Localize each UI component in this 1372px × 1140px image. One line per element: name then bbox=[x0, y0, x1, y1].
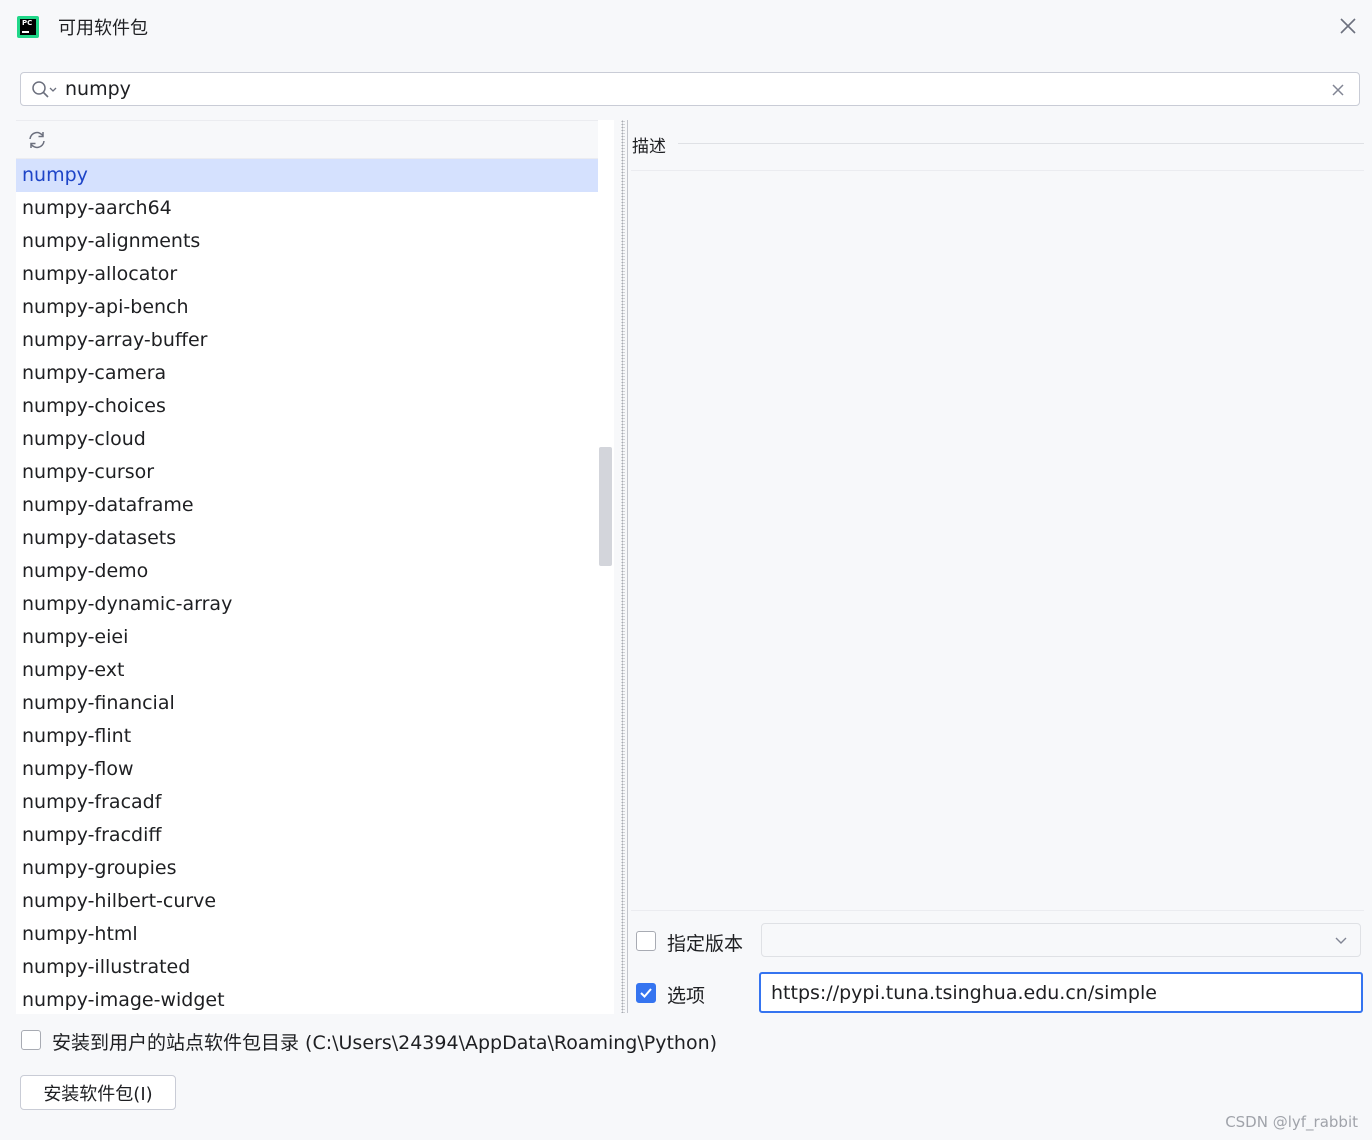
watermark: CSDN @lyf_rabbit bbox=[1225, 1113, 1358, 1131]
description-label: 描述 bbox=[632, 137, 666, 157]
close-button[interactable] bbox=[1336, 14, 1360, 38]
search-box bbox=[20, 72, 1360, 106]
package-item[interactable]: numpy-dataframe bbox=[16, 489, 614, 522]
package-item[interactable]: numpy-alignments bbox=[16, 225, 614, 258]
package-item[interactable]: numpy-choices bbox=[16, 390, 614, 423]
version-label: 指定版本 bbox=[667, 933, 744, 955]
version-select[interactable] bbox=[761, 923, 1361, 957]
package-item[interactable]: numpy-aarch64 bbox=[16, 192, 614, 225]
checkmark-icon bbox=[640, 988, 652, 998]
description-area bbox=[631, 170, 1364, 911]
package-item[interactable]: numpy-datasets bbox=[16, 522, 614, 555]
options-label: 选项 bbox=[667, 985, 706, 1007]
package-item[interactable]: numpy-hilbert-curve bbox=[16, 885, 614, 918]
install-package-button[interactable]: 安装软件包(I) bbox=[20, 1075, 176, 1110]
package-item[interactable]: numpy-eiei bbox=[16, 621, 614, 654]
package-item[interactable]: numpy-fracadf bbox=[16, 786, 614, 819]
app-icon-text: PC bbox=[22, 19, 33, 27]
package-item[interactable]: numpy-illustrated bbox=[16, 951, 614, 984]
user-site-checkbox[interactable] bbox=[21, 1030, 41, 1050]
package-item[interactable]: numpy-api-bench bbox=[16, 291, 614, 324]
package-item[interactable]: numpy-dynamic-array bbox=[16, 588, 614, 621]
package-item[interactable]: numpy-flow bbox=[16, 753, 614, 786]
options-input[interactable] bbox=[759, 972, 1363, 1013]
package-item[interactable]: numpy-cloud bbox=[16, 423, 614, 456]
package-item[interactable]: numpy-allocator bbox=[16, 258, 614, 291]
package-item[interactable]: numpy-ext bbox=[16, 654, 614, 687]
search-icon[interactable] bbox=[31, 80, 57, 100]
package-list: numpy numpy-aarch64 numpy-alignments numpy-… bbox=[16, 159, 614, 1014]
package-item[interactable]: numpy-financial bbox=[16, 687, 614, 720]
package-item[interactable]: numpy bbox=[16, 159, 614, 192]
package-item[interactable]: numpy-image-widget bbox=[16, 984, 614, 1014]
package-item[interactable]: numpy-cursor bbox=[16, 456, 614, 489]
close-icon bbox=[1340, 18, 1356, 34]
search-input[interactable] bbox=[65, 77, 1315, 101]
package-item[interactable]: numpy-fracdiff bbox=[16, 819, 614, 852]
clear-icon[interactable] bbox=[1331, 83, 1345, 97]
package-item[interactable]: numpy-array-buffer bbox=[16, 324, 614, 357]
description-divider bbox=[678, 143, 1364, 144]
version-checkbox[interactable] bbox=[636, 931, 656, 951]
list-toolbar bbox=[16, 121, 614, 159]
pycharm-icon: PC bbox=[17, 16, 39, 38]
scrollbar-track[interactable] bbox=[598, 120, 614, 1013]
package-item[interactable]: numpy-groupies bbox=[16, 852, 614, 885]
window-title: 可用软件包 bbox=[58, 18, 148, 39]
package-item[interactable]: numpy-html bbox=[16, 918, 614, 951]
refresh-icon[interactable] bbox=[26, 129, 48, 151]
scrollbar-thumb[interactable] bbox=[599, 447, 612, 566]
package-item[interactable]: numpy-flint bbox=[16, 720, 614, 753]
package-list-panel: numpy numpy-aarch64 numpy-alignments numpy-… bbox=[16, 120, 614, 1014]
panel-splitter[interactable] bbox=[619, 120, 629, 1013]
title-bar: PC 可用软件包 bbox=[0, 0, 1372, 52]
user-site-label: 安装到用户的站点软件包目录 (C:\Users\24394\AppData\Ro… bbox=[52, 1032, 718, 1054]
package-item[interactable]: numpy-demo bbox=[16, 555, 614, 588]
options-checkbox[interactable] bbox=[636, 983, 656, 1003]
chevron-down-icon bbox=[1335, 937, 1347, 944]
package-item[interactable]: numpy-camera bbox=[16, 357, 614, 390]
